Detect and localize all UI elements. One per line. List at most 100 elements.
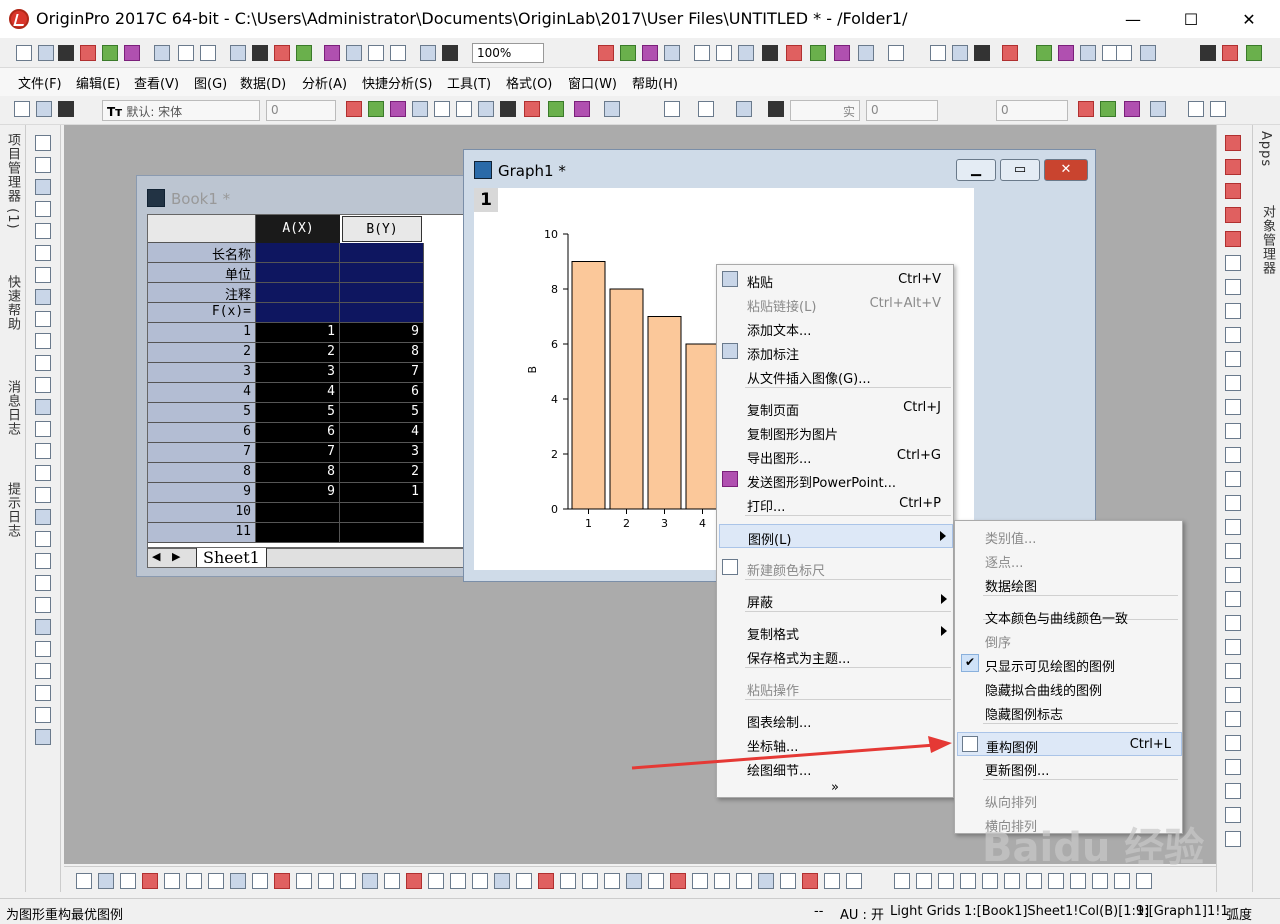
toolbar-icon[interactable] — [38, 45, 54, 61]
toolbar-icon[interactable] — [930, 45, 946, 61]
toolbar-icon[interactable] — [178, 45, 194, 61]
toolbar-icon[interactable] — [604, 101, 620, 117]
meta-cell[interactable] — [340, 283, 424, 303]
meta-row-label[interactable]: F(x)= — [148, 303, 256, 323]
cell-b[interactable]: 4 — [340, 423, 424, 443]
meta-cell[interactable] — [340, 243, 424, 263]
toolbar-icon[interactable] — [548, 101, 564, 117]
row-number[interactable]: 1 — [148, 323, 256, 343]
plot-type-icon[interactable] — [916, 873, 932, 889]
menu-help[interactable]: 帮助(H) — [632, 73, 678, 92]
legend-submenu-item[interactable]: 数据绘图 — [957, 572, 1182, 596]
worksheet-grid[interactable]: A(X) B(Y) 长名称 单位 注释 F(x)= 1 1 9 2 2 8 3 3 7 4 4 6 5 5 5 6 6 4… — [147, 214, 467, 548]
tool-icon[interactable] — [35, 267, 51, 283]
plot-type-icon[interactable] — [230, 873, 246, 889]
tool-icon[interactable] — [35, 377, 51, 393]
context-menu-item[interactable]: 导出图形... Ctrl+G — [719, 444, 953, 468]
toolbar-icon[interactable] — [1078, 101, 1094, 117]
toolbar-icon[interactable] — [974, 45, 990, 61]
cell-a[interactable]: 5 — [256, 403, 340, 423]
meta-row-label[interactable]: 长名称 — [148, 243, 256, 263]
layout-tool-icon[interactable] — [1225, 207, 1241, 223]
layout-tool-icon[interactable] — [1225, 183, 1241, 199]
context-menu-item[interactable]: 从文件插入图像(G)... — [719, 364, 953, 388]
tool-icon[interactable] — [35, 641, 51, 657]
plot-type-icon[interactable] — [802, 873, 818, 889]
toolbar-icon[interactable] — [16, 45, 32, 61]
toolbar-icon[interactable] — [1210, 101, 1226, 117]
toolbar-icon[interactable] — [230, 45, 246, 61]
minimize-button[interactable]: — — [1104, 0, 1162, 38]
book1-window[interactable]: Book1 * A(X) B(Y) 长名称 单位 注释 F(x)= 1 1 9 2 2 8 3 3 7 4… — [136, 175, 476, 577]
row-number[interactable]: 2 — [148, 343, 256, 363]
plot-type-icon[interactable] — [186, 873, 202, 889]
toolbar-icon[interactable] — [1200, 45, 1216, 61]
toolbar-icon[interactable] — [786, 45, 802, 61]
context-menu-item[interactable]: 图表绘制... — [719, 708, 953, 732]
plot-type-icon[interactable] — [76, 873, 92, 889]
toolbar-icon[interactable] — [80, 45, 96, 61]
font-size-combo[interactable]: 0 — [266, 100, 336, 121]
plot-type-icon[interactable] — [824, 873, 840, 889]
toolbar-icon[interactable] — [346, 45, 362, 61]
row-number[interactable]: 7 — [148, 443, 256, 463]
plot-type-icon[interactable] — [384, 873, 400, 889]
message-log-tab[interactable]: 消息日志 — [3, 380, 22, 436]
plot-type-icon[interactable] — [340, 873, 356, 889]
context-menu-item[interactable]: 复制页面 Ctrl+J — [719, 396, 953, 420]
legend-submenu-item[interactable]: 文本颜色与曲线颜色一致 — [957, 604, 1182, 628]
toolbar-icon[interactable] — [1116, 45, 1132, 61]
tool-icon[interactable] — [35, 245, 51, 261]
context-menu-item[interactable]: 添加标注 — [719, 340, 953, 364]
tool-icon[interactable] — [35, 157, 51, 173]
plot-type-icon[interactable] — [780, 873, 796, 889]
layout-tool-icon[interactable] — [1225, 279, 1241, 295]
plot-type-icon[interactable] — [1136, 873, 1152, 889]
plot-type-icon[interactable] — [692, 873, 708, 889]
cell-b[interactable] — [340, 503, 424, 523]
context-menu-item[interactable]: 粘贴操作 — [719, 676, 953, 700]
apps-tab[interactable]: Apps — [1258, 131, 1273, 167]
toolbar-icon[interactable] — [124, 45, 140, 61]
plot-type-icon[interactable] — [428, 873, 444, 889]
layout-tool-icon[interactable] — [1225, 591, 1241, 607]
tool-icon[interactable] — [35, 531, 51, 547]
layout-tool-icon[interactable] — [1225, 735, 1241, 751]
menu-view[interactable]: 查看(V) — [134, 73, 179, 92]
layout-tool-icon[interactable] — [1225, 783, 1241, 799]
close-button[interactable]: ✕ — [1220, 0, 1278, 38]
toolbar-icon[interactable] — [36, 101, 52, 117]
plot-type-icon[interactable] — [1114, 873, 1130, 889]
sheet-corner[interactable] — [148, 215, 256, 243]
legend-submenu-item[interactable]: 隐藏图例标志 — [957, 700, 1182, 724]
legend-submenu-item[interactable]: 重构图例 Ctrl+L — [957, 732, 1182, 756]
plot-type-icon[interactable] — [736, 873, 752, 889]
tool-icon[interactable] — [35, 575, 51, 591]
tool-icon[interactable] — [35, 553, 51, 569]
menu-graph[interactable]: 图(G) — [194, 73, 227, 92]
menu-tools[interactable]: 工具(T) — [447, 73, 491, 92]
toolbar-icon[interactable] — [716, 45, 732, 61]
context-menu-item[interactable]: 屏蔽 — [719, 588, 953, 612]
plot-type-icon[interactable] — [960, 873, 976, 889]
toolbar-icon[interactable] — [58, 45, 74, 61]
plot-type-icon[interactable] — [938, 873, 954, 889]
plot-type-icon[interactable] — [626, 873, 642, 889]
toolbar-icon[interactable] — [1150, 101, 1166, 117]
meta-cell[interactable] — [256, 283, 340, 303]
cell-b[interactable]: 1 — [340, 483, 424, 503]
legend-submenu-item[interactable]: 只显示可见绘图的图例 ✔ — [957, 652, 1182, 676]
cell-b[interactable]: 8 — [340, 343, 424, 363]
toolbar-icon[interactable] — [368, 45, 384, 61]
row-number[interactable]: 11 — [148, 523, 256, 543]
graph-minimize-button[interactable]: ▁ — [956, 159, 996, 181]
cell-a[interactable] — [256, 523, 340, 543]
toolbar-icon[interactable] — [324, 45, 340, 61]
plot-type-icon[interactable] — [982, 873, 998, 889]
toolbar-icon[interactable] — [620, 45, 636, 61]
cell-b[interactable]: 6 — [340, 383, 424, 403]
meta-cell[interactable] — [256, 263, 340, 283]
toolbar-icon[interactable] — [346, 101, 362, 117]
tool-icon[interactable] — [35, 465, 51, 481]
cell-b[interactable]: 5 — [340, 403, 424, 423]
